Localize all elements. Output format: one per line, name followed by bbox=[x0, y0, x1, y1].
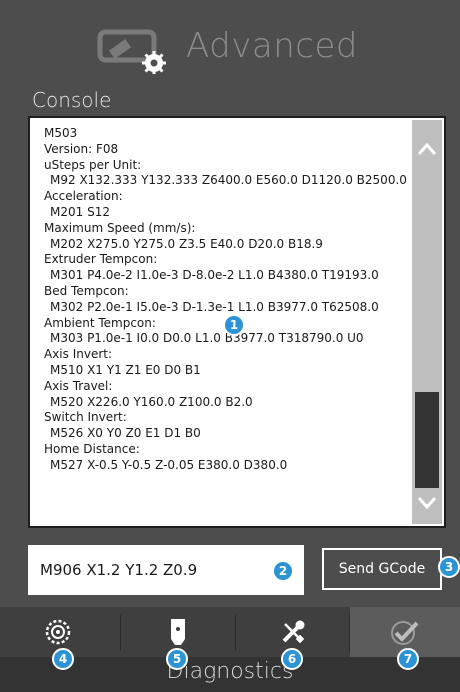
console-line: Maximum Speed (mm/s): bbox=[44, 220, 196, 235]
console-line: M527 X-0.5 Y-0.5 Z-0.05 E380.0 D380.0 bbox=[50, 457, 288, 472]
header: Advanced bbox=[0, 0, 460, 90]
console-label: Console bbox=[32, 88, 112, 112]
console-output[interactable]: M503 Version: F08 uSteps per Unit: M92 X132… bbox=[44, 126, 407, 474]
page-title: Advanced bbox=[186, 26, 358, 66]
callout-badge-1: 1 bbox=[223, 314, 245, 336]
chevron-up-icon bbox=[417, 142, 437, 155]
console-line: M503 bbox=[44, 126, 78, 140]
printer-settings-icon bbox=[97, 29, 166, 74]
send-gcode-button[interactable]: Send GCode bbox=[322, 548, 442, 590]
callout-badge-4: 4 bbox=[52, 648, 74, 670]
callout-badge-6: 6 bbox=[281, 648, 303, 670]
scroll-up-button[interactable] bbox=[412, 134, 442, 164]
console-line: M520 X226.0 Y160.0 Z100.0 B2.0 bbox=[50, 394, 253, 409]
console-line: M202 X275.0 Y275.0 Z3.5 E40.0 D20.0 B18.… bbox=[50, 236, 323, 251]
console-line: Acceleration: bbox=[44, 189, 123, 204]
console-line: M301 P4.0e-2 I1.0e-3 D-8.0e-2 L1.0 B4380… bbox=[50, 268, 379, 283]
nozzle-head-icon bbox=[170, 619, 185, 645]
console-line: M510 X1 Y1 Z1 E0 D0 B1 bbox=[50, 362, 201, 377]
checkmark-icon bbox=[391, 621, 419, 645]
console-line: M92 X132.333 Y132.333 Z6400.0 E560.0 D11… bbox=[50, 173, 407, 188]
scroll-thumb[interactable] bbox=[415, 392, 439, 488]
console-line: Axis Travel: bbox=[44, 378, 113, 393]
console-line: Switch Invert: bbox=[44, 410, 127, 425]
console-line: M303 P1.0e-1 I0.0 D0.0 L1.0 B3977.0 T318… bbox=[50, 331, 364, 346]
chevron-down-icon bbox=[417, 497, 437, 510]
gcode-input[interactable] bbox=[28, 545, 304, 595]
wrench-screwdriver-icon bbox=[282, 620, 304, 644]
callout-badge-7: 7 bbox=[397, 648, 419, 670]
callout-badge-3: 3 bbox=[438, 556, 460, 578]
console-line: Home Distance: bbox=[44, 441, 140, 456]
console-line: Version: F08 bbox=[44, 141, 119, 156]
console-scrollbar[interactable] bbox=[412, 120, 442, 524]
console-line: M302 P2.0e-1 I5.0e-3 D-1.3e-1 L1.0 B3977… bbox=[50, 299, 379, 314]
reel-icon bbox=[45, 619, 70, 645]
console-line: M526 X0 Y0 Z0 E1 D1 B0 bbox=[50, 426, 201, 441]
callout-badge-5: 5 bbox=[166, 648, 188, 670]
console-line: Axis Invert: bbox=[44, 347, 113, 362]
console-line: M201 S12 bbox=[50, 204, 110, 219]
console-line: Extruder Tempcon: bbox=[44, 252, 158, 267]
scroll-down-button[interactable] bbox=[412, 488, 442, 518]
console-line: Bed Tempcon: bbox=[44, 283, 129, 298]
callout-badge-2: 2 bbox=[272, 560, 294, 582]
console-line: uSteps per Unit: bbox=[44, 157, 142, 172]
